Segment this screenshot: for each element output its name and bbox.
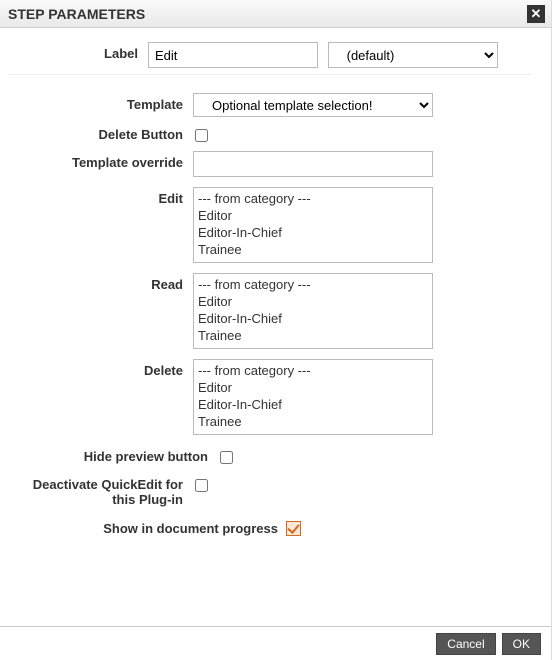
label-hide-preview: Hide preview button [8,445,218,464]
dialog-body: Label (default) Template Optional templa… [0,28,551,626]
delete-roles-listbox[interactable]: --- from category --- Editor Editor-In-C… [193,359,433,435]
label-read: Read [8,273,193,292]
delete-button-checkbox[interactable] [195,129,208,142]
label-input[interactable] [148,42,318,68]
show-in-progress-checkbox[interactable] [286,521,301,536]
list-item[interactable]: Editor [198,379,428,396]
cancel-button[interactable]: Cancel [436,633,495,655]
list-item[interactable]: --- from category --- [198,362,428,379]
dialog-titlebar: STEP PARAMETERS ✕ [0,0,551,28]
list-item[interactable]: Editor [198,293,428,310]
label-locale-select[interactable]: (default) [328,42,498,68]
list-item[interactable]: Editor-In-Chief [198,224,428,241]
close-button[interactable]: ✕ [527,5,545,23]
label-delete-button: Delete Button [8,123,193,142]
deactivate-quickedit-checkbox[interactable] [195,479,208,492]
label-edit: Edit [8,187,193,206]
list-item[interactable]: Trainee [198,241,428,258]
list-item[interactable]: Trainee [198,413,428,430]
label-deactivate-quickedit: Deactivate QuickEdit for this Plug-in [8,473,193,507]
hide-preview-checkbox[interactable] [220,451,233,464]
list-item[interactable]: Trainee [198,327,428,344]
list-item[interactable]: Editor-In-Chief [198,310,428,327]
list-item[interactable]: --- from category --- [198,276,428,293]
dialog-title: STEP PARAMETERS [8,6,145,22]
label-show-in-progress: Show in document progress [103,521,278,536]
ok-button[interactable]: OK [502,633,541,655]
label-label: Label [8,42,148,61]
label-template: Template [8,93,193,112]
close-icon: ✕ [531,7,542,20]
dialog-footer: Cancel OK [0,626,551,660]
step-parameters-dialog: STEP PARAMETERS ✕ Label (default) Templa… [0,0,552,660]
list-item[interactable]: --- from category --- [198,190,428,207]
label-template-override: Template override [8,151,193,170]
list-item[interactable]: Editor [198,207,428,224]
template-override-input[interactable] [193,151,433,177]
list-item[interactable]: Editor-In-Chief [198,396,428,413]
template-select[interactable]: Optional template selection! [193,93,433,117]
label-delete: Delete [8,359,193,378]
read-roles-listbox[interactable]: --- from category --- Editor Editor-In-C… [193,273,433,349]
edit-roles-listbox[interactable]: --- from category --- Editor Editor-In-C… [193,187,433,263]
